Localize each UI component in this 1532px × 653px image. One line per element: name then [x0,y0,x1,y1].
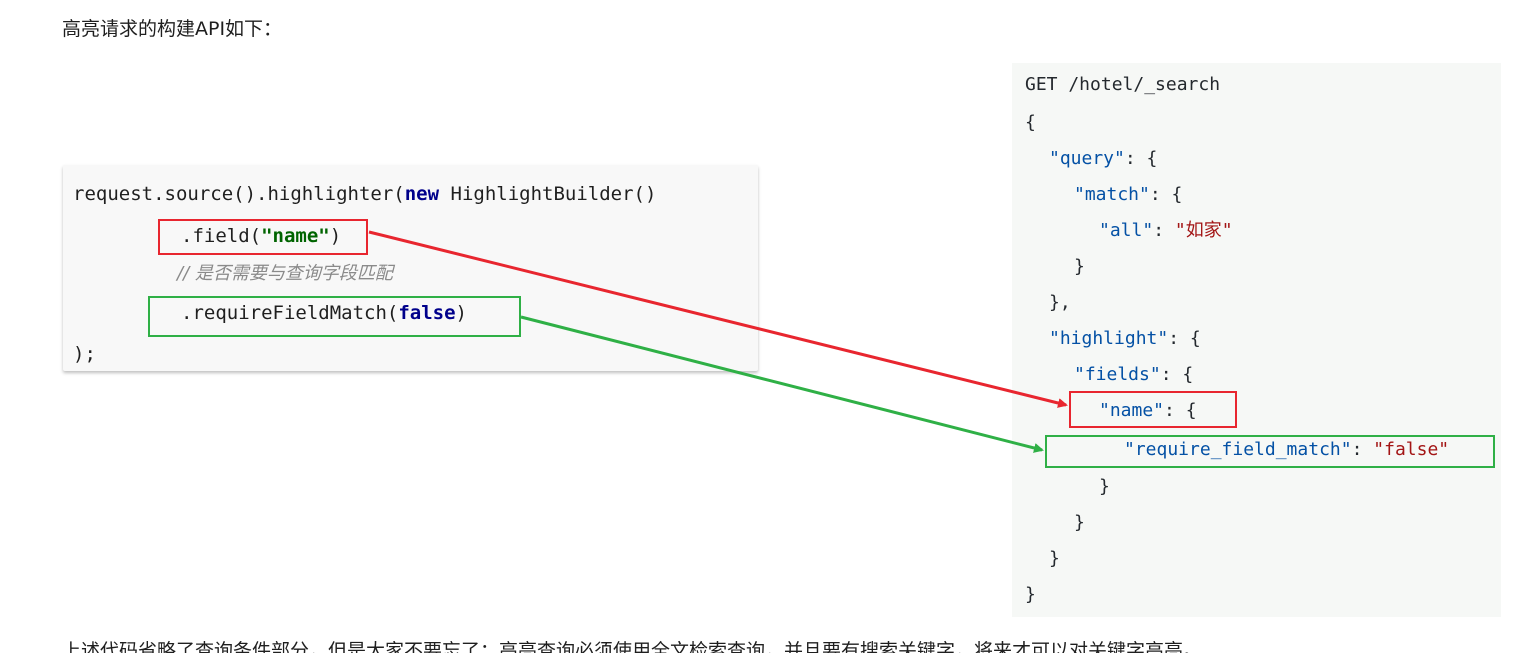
footer-paragraph: 上述代码省略了查询条件部分，但是大家不要忘了：高亮查询必须使用全文检索查询，并且… [62,640,1203,653]
annotation-arrows [368,230,1068,453]
document-page: 高亮请求的构建API如下： request.source().highlight… [0,0,1532,653]
green-arrow [520,315,1044,453]
red-arrow [368,230,1068,408]
